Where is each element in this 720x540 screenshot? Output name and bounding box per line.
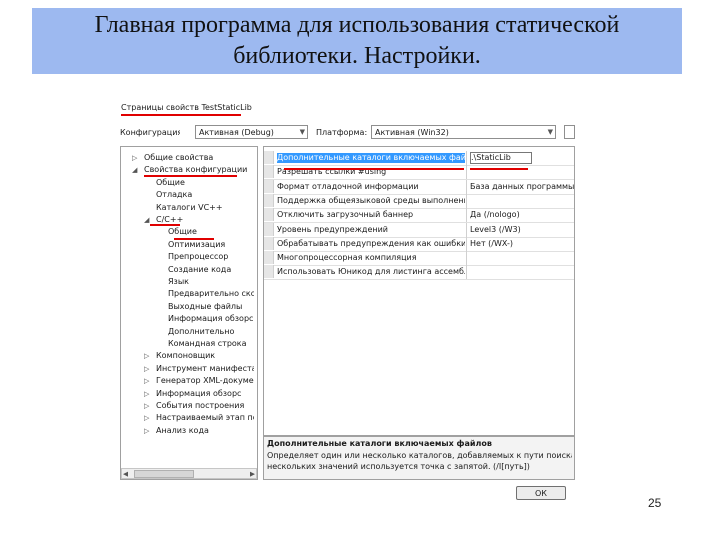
page-number: 25 xyxy=(648,496,662,510)
tree-item-label[interactable]: Язык xyxy=(168,277,254,287)
tree-expander-icon[interactable]: ▷ xyxy=(132,154,137,162)
config-manager-button[interactable] xyxy=(564,125,575,139)
property-pages-dialog: Страницы свойств TestStaticLib Конфигура… xyxy=(118,100,575,502)
row-gutter xyxy=(264,265,274,279)
row-gutter xyxy=(264,193,274,207)
description-title: Дополнительные каталоги включаемых файло… xyxy=(267,439,492,448)
column-divider xyxy=(466,193,467,208)
tree-expander-icon[interactable]: ◢ xyxy=(132,166,137,174)
tree-item-label[interactable]: Каталоги VC++ xyxy=(156,203,254,213)
column-divider xyxy=(466,151,467,165)
property-value: Нет (/WX-) xyxy=(470,238,513,248)
tree-item-label[interactable]: Отладка xyxy=(156,190,254,200)
tree-underline-config xyxy=(144,175,237,177)
config-dropdown[interactable]: Активная (Debug) ▼ xyxy=(195,125,308,139)
scroll-right-icon[interactable]: ▶ xyxy=(250,469,255,479)
tree-expander-icon[interactable]: ▷ xyxy=(144,390,149,398)
row-gutter xyxy=(264,151,274,164)
platform-label: Платформа: xyxy=(316,128,368,137)
column-divider xyxy=(466,179,467,194)
value-underline xyxy=(470,168,528,170)
property-value: Да (/nologo) xyxy=(470,210,520,220)
tree-expander-icon[interactable]: ▷ xyxy=(144,365,149,373)
slide-title: Главная программа для использования стат… xyxy=(94,12,620,69)
column-divider xyxy=(466,165,467,180)
tree-item-label[interactable]: Анализ кода xyxy=(156,426,254,436)
tree-item-label[interactable]: События построения xyxy=(156,401,254,411)
property-name: Формат отладочной информации xyxy=(277,181,419,191)
config-label: Конфигурация: xyxy=(120,128,180,137)
tree-item-label[interactable]: Информация обзорс xyxy=(156,389,254,399)
tree-item-label[interactable]: Общие xyxy=(168,227,254,237)
tree-item-label[interactable]: Общие свойства xyxy=(144,153,254,163)
title-underline xyxy=(121,114,241,116)
row-gutter xyxy=(264,222,274,236)
tree-expander-icon[interactable]: ▷ xyxy=(144,414,149,422)
row-gutter xyxy=(264,165,274,179)
tree-expander-icon[interactable]: ▷ xyxy=(144,402,149,410)
column-divider xyxy=(466,251,467,266)
property-value: База данных программы дл xyxy=(470,181,574,191)
row-gutter xyxy=(264,179,274,193)
description-line2: нескольких значений используется точка с… xyxy=(267,462,530,471)
platform-value: Активная (Win32) xyxy=(375,128,449,137)
property-name: Обрабатывать предупреждения как ошибки xyxy=(277,238,465,248)
ok-button[interactable]: ОК xyxy=(516,486,566,500)
tree-underline-general xyxy=(174,238,214,240)
property-name: Отключить загрузочный баннер xyxy=(277,210,414,220)
tree-item-label[interactable]: Свойства конфигурации xyxy=(144,165,254,175)
property-value-input[interactable]: .\StaticLib xyxy=(470,152,532,164)
tree-expander-icon[interactable]: ◢ xyxy=(144,216,149,224)
column-divider xyxy=(466,222,467,237)
tree-item-label[interactable]: Общие xyxy=(156,178,254,188)
row-gutter xyxy=(264,251,274,265)
scrollbar-thumb[interactable] xyxy=(134,470,194,478)
tree-item-label[interactable]: Генератор XML-докумен xyxy=(156,376,254,386)
tree-underline-cpp xyxy=(150,224,180,226)
description-line1: Определяет один или несколько каталогов,… xyxy=(267,451,572,460)
tree-expander-icon[interactable]: ▷ xyxy=(144,377,149,385)
config-value: Активная (Debug) xyxy=(199,128,274,137)
row-gutter xyxy=(264,236,274,250)
column-divider xyxy=(466,208,467,223)
chevron-down-icon: ▼ xyxy=(547,128,553,136)
tree-scrollbar[interactable]: ◀ ▶ xyxy=(121,468,257,479)
scroll-left-icon[interactable]: ◀ xyxy=(123,469,128,479)
chevron-down-icon: ▼ xyxy=(299,128,305,136)
ok-label: ОК xyxy=(535,489,547,498)
dialog-title: Страницы свойств TestStaticLib xyxy=(121,103,252,112)
tree-item-label[interactable]: Оптимизация xyxy=(168,240,254,250)
property-value: Level3 (/W3) xyxy=(470,224,521,234)
column-divider xyxy=(466,236,467,251)
tree-item-label[interactable]: Инструмент манифеста xyxy=(156,364,254,374)
tree-item-label[interactable]: Информация обзорс xyxy=(168,314,254,324)
column-divider xyxy=(466,265,467,280)
property-name: Дополнительные каталоги включаемых файло… xyxy=(277,153,465,163)
property-name: Поддержка общеязыковой среды выполнения … xyxy=(277,195,465,205)
tree-item-label[interactable]: Настраиваемый этап пос xyxy=(156,413,254,423)
tree-item-label[interactable]: Выходные файлы xyxy=(168,302,254,312)
tree-item-label[interactable]: Препроцессор xyxy=(168,252,254,262)
tree-item-label[interactable]: Создание кода xyxy=(168,265,254,275)
property-underline xyxy=(284,168,464,170)
tree-item-label[interactable]: Компоновщик xyxy=(156,351,254,361)
platform-dropdown[interactable]: Активная (Win32) ▼ xyxy=(371,125,556,139)
tree-expander-icon[interactable]: ▷ xyxy=(144,352,149,360)
row-gutter xyxy=(264,208,274,222)
property-name: Использовать Юникод для листинга ассембл… xyxy=(277,267,465,277)
tree-item-label[interactable]: Командная строка xyxy=(168,339,254,349)
property-name: Уровень предупреждений xyxy=(277,224,388,234)
tree-item-label[interactable]: Дополнительно xyxy=(168,327,254,337)
tree-expander-icon[interactable]: ▷ xyxy=(144,427,149,435)
property-name: Многопроцессорная компиляция xyxy=(277,253,417,263)
tree-item-label[interactable]: Предварительно ско xyxy=(168,289,254,299)
